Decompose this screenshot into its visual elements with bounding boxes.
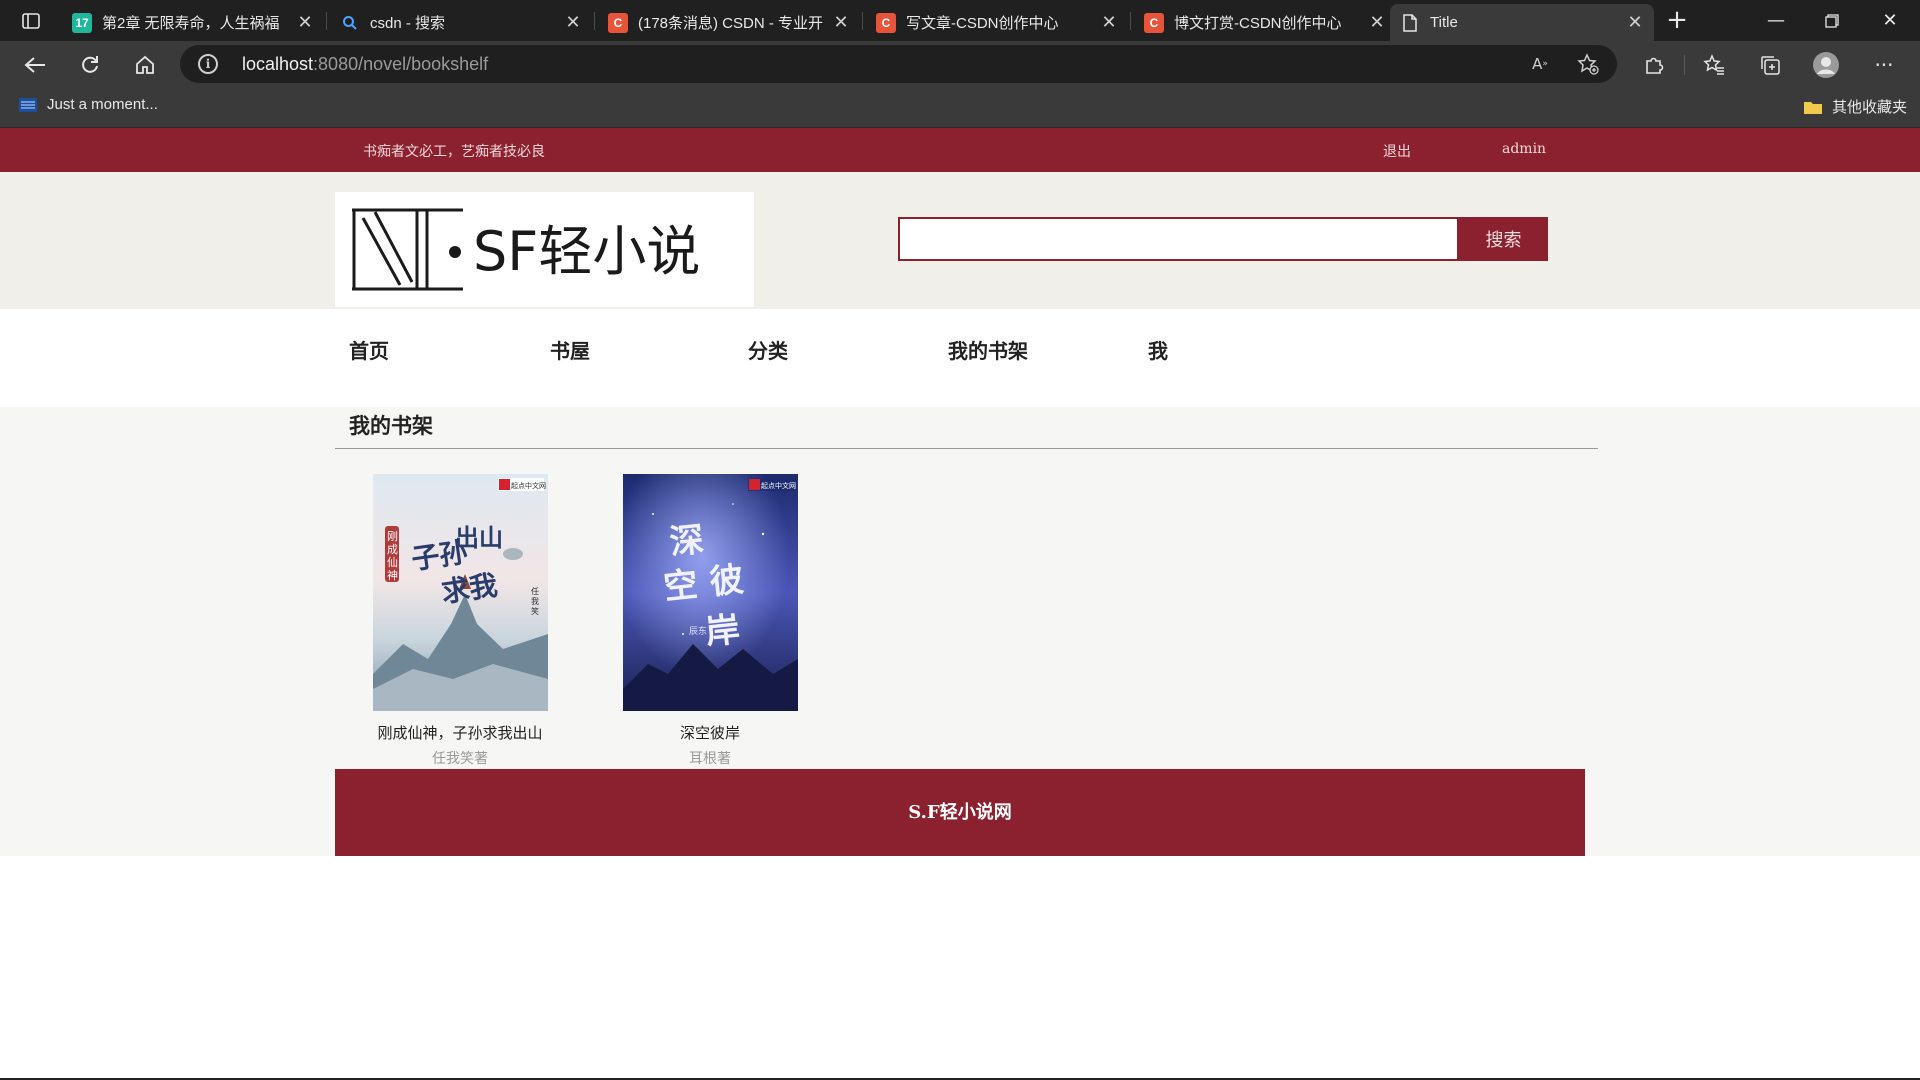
tab-divider: [1130, 12, 1131, 30]
nav-my-bookshelf[interactable]: 我的书架: [948, 335, 1028, 364]
toolbar-divider: [1684, 55, 1685, 75]
book-card[interactable]: 起点中文网 子孙 求我 出山 刚 成 仙 神 任 我 笑 刚成仙神，子孙求我出山…: [360, 474, 560, 768]
site-slogan: 书痴者文必工，艺痴者技必良: [363, 144, 545, 160]
minimize-icon[interactable]: —: [1748, 0, 1804, 41]
site-header: SF轻小说 搜索: [0, 172, 1920, 309]
collections-icon[interactable]: [1752, 47, 1788, 83]
close-tab-icon[interactable]: ✕: [832, 12, 850, 33]
top-strip: 书痴者文必工，艺痴者技必良 退出 admin: [0, 128, 1920, 172]
bookmark-label: Just a moment...: [47, 96, 158, 113]
nav-home[interactable]: 首页: [349, 335, 389, 364]
favorites-icon[interactable]: [1696, 47, 1732, 83]
nav-me[interactable]: 我: [1148, 335, 1168, 364]
svg-text:出山: 出山: [455, 523, 503, 552]
svg-text:笑: 笑: [531, 606, 539, 616]
book-title[interactable]: 刚成仙神，子孙求我出山: [360, 722, 560, 743]
nav-categories[interactable]: 分类: [748, 335, 788, 364]
browser-tab[interactable]: C (178条消息) CSDN - 专业开 ✕: [598, 4, 860, 41]
section-title: 我的书架: [349, 413, 433, 438]
svg-text:我: 我: [531, 596, 539, 606]
close-tab-icon[interactable]: ✕: [1626, 12, 1644, 33]
svg-text:成: 成: [387, 543, 398, 556]
back-icon[interactable]: [17, 47, 53, 83]
url-text[interactable]: localhost:8080/novel/bookshelf: [242, 54, 488, 75]
tab-title: Title: [1430, 14, 1458, 31]
svg-text:刚: 刚: [387, 530, 398, 543]
nav-bookstore[interactable]: 书屋: [550, 335, 590, 364]
browser-tab[interactable]: C 写文章-CSDN创作中心 ✕: [866, 4, 1128, 41]
tab-title: (178条消息) CSDN - 专业开: [638, 15, 824, 32]
cover-publisher-badge: 起点中文网: [511, 481, 546, 490]
close-tab-icon[interactable]: ✕: [296, 12, 314, 33]
svg-text:岸: 岸: [703, 610, 741, 653]
tab-title: csdn - 搜索: [370, 15, 446, 32]
more-icon[interactable]: ···: [1866, 47, 1902, 83]
tab-title: 写文章-CSDN创作中心: [906, 15, 1059, 32]
browser-tab[interactable]: csdn - 搜索 ✕: [330, 4, 592, 41]
svg-text:仙: 仙: [387, 556, 398, 569]
browser-tab-bar: 17 第2章 无限寿命，人生祸福 ✕ csdn - 搜索 ✕ C (178条消息…: [0, 0, 1920, 41]
site-favicon-icon: 17: [72, 12, 92, 33]
browser-tab[interactable]: 17 第2章 无限寿命，人生祸福 ✕: [62, 4, 324, 41]
browser-tab[interactable]: C 博文打赏-CSDN创作中心 ✕: [1134, 4, 1396, 41]
main-nav: 首页 书屋 分类 我的书架 我: [0, 309, 1920, 407]
site-footer: S.F轻小说网: [335, 769, 1585, 856]
bookmark-favicon-icon: [19, 97, 37, 112]
site-logo[interactable]: SF轻小说: [335, 192, 754, 307]
close-tab-icon[interactable]: ✕: [564, 12, 582, 33]
book-card[interactable]: 起点中文网 深 空 彼 岸 辰东 深空彼岸 耳根著: [610, 474, 810, 768]
refresh-icon[interactable]: [72, 47, 108, 83]
svg-text:空: 空: [661, 565, 699, 608]
tab-actions-icon[interactable]: [14, 8, 48, 34]
browser-tab-active[interactable]: Title ✕: [1390, 4, 1654, 41]
web-page: 书痴者文必工，艺痴者技必良 退出 admin SF轻小说 搜索 首页 书屋 分类…: [0, 128, 1920, 1080]
browser-toolbar: i localhost:8080/novel/bookshelf A» ···: [0, 41, 1920, 88]
csdn-favicon-icon: C: [876, 12, 896, 33]
profile-avatar-icon[interactable]: [1808, 47, 1844, 83]
tab-divider: [594, 12, 595, 30]
username-link[interactable]: admin: [1502, 141, 1546, 157]
search-input[interactable]: [898, 217, 1459, 261]
site-info-icon[interactable]: i: [198, 54, 218, 74]
tab-divider: [862, 12, 863, 30]
csdn-favicon-icon: C: [608, 12, 628, 33]
section-divider: [335, 448, 1598, 449]
svg-text:辰东: 辰东: [689, 625, 707, 637]
tab-title: 第2章 无限寿命，人生祸福: [102, 15, 280, 32]
svg-text:神: 神: [387, 568, 398, 582]
bookmark-item[interactable]: Just a moment...: [18, 96, 158, 113]
page-icon: [1400, 13, 1420, 33]
book-title[interactable]: 深空彼岸: [610, 722, 810, 743]
bookmarks-bar: Just a moment... 其他收藏夹: [0, 88, 1920, 128]
book-cover[interactable]: 起点中文网 子孙 求我 出山 刚 成 仙 神 任 我 笑: [372, 474, 548, 711]
svg-text:任: 任: [531, 586, 539, 596]
book-author: 耳根著: [689, 751, 731, 767]
csdn-favicon-icon: C: [1144, 12, 1164, 33]
svg-text:深: 深: [667, 520, 705, 563]
search-icon: [340, 13, 360, 33]
logout-link[interactable]: 退出: [1383, 141, 1411, 161]
tab-title: 博文打赏-CSDN创作中心: [1174, 15, 1342, 32]
close-tab-icon[interactable]: ✕: [1368, 12, 1386, 33]
logo-text: SF轻小说: [473, 220, 700, 283]
new-tab-button[interactable]: +: [1662, 6, 1692, 36]
other-bookmarks-folder[interactable]: 其他收藏夹: [1803, 96, 1907, 117]
home-icon[interactable]: [127, 47, 163, 83]
read-aloud-icon[interactable]: A»: [1528, 52, 1552, 76]
footer-text: S.F轻小说网: [908, 802, 1012, 823]
other-bookmarks-label: 其他收藏夹: [1832, 99, 1908, 116]
restore-icon[interactable]: [1804, 0, 1860, 41]
add-favorite-icon[interactable]: [1576, 52, 1600, 76]
folder-icon: [1804, 101, 1822, 114]
book-author: 任我笑著: [432, 751, 488, 767]
search-button[interactable]: 搜索: [1459, 217, 1548, 261]
cover-publisher-badge: 起点中文网: [761, 481, 796, 490]
book-cover[interactable]: 起点中文网 深 空 彼 岸 辰东: [622, 474, 798, 711]
close-tab-icon[interactable]: ✕: [1100, 12, 1118, 33]
address-bar[interactable]: i localhost:8080/novel/bookshelf A»: [180, 45, 1617, 83]
extensions-icon[interactable]: [1636, 47, 1672, 83]
close-window-icon[interactable]: ✕: [1862, 0, 1918, 41]
tab-divider: [326, 12, 327, 30]
svg-text:彼: 彼: [707, 560, 745, 603]
